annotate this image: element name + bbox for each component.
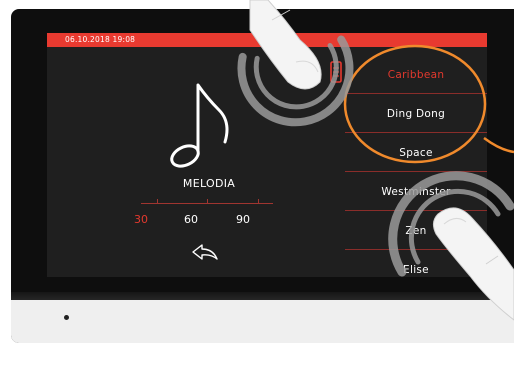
volume-option-30[interactable]: 30 bbox=[126, 213, 156, 226]
melody-item-label: Caribbean bbox=[387, 68, 445, 81]
touch-screen: 06.10.2018 19:08 MELODIA 30 60 90 Caribb… bbox=[47, 33, 487, 277]
back-arrow-icon[interactable] bbox=[191, 243, 221, 263]
melody-list: Caribbean Ding Dong Space Westminster Ze… bbox=[345, 55, 487, 277]
volume-tick bbox=[207, 199, 208, 204]
volume-tick bbox=[157, 199, 158, 204]
melody-item-space[interactable]: Space bbox=[345, 133, 487, 172]
volume-tick bbox=[258, 199, 259, 204]
melody-item-label: Elise bbox=[403, 263, 429, 276]
device-bottom-panel bbox=[11, 300, 514, 343]
melody-item-elise[interactable]: Elise bbox=[345, 250, 487, 277]
melody-item-caribbean[interactable]: Caribbean bbox=[345, 55, 487, 94]
document-icon[interactable] bbox=[330, 61, 342, 83]
sensor-dot bbox=[64, 315, 69, 320]
music-note-icon bbox=[170, 83, 229, 168]
melody-item-label: Space bbox=[399, 146, 433, 159]
status-bar: 06.10.2018 19:08 bbox=[47, 33, 487, 47]
melody-item-label: Westminster bbox=[381, 185, 451, 198]
melody-item-label: Zen bbox=[405, 224, 427, 237]
melody-item-ding-dong[interactable]: Ding Dong bbox=[345, 94, 487, 133]
melody-item-zen[interactable]: Zen bbox=[345, 211, 487, 250]
volume-option-90[interactable]: 90 bbox=[228, 213, 258, 226]
melody-item-label: Ding Dong bbox=[386, 107, 446, 120]
volume-option-60[interactable]: 60 bbox=[176, 213, 206, 226]
status-datetime: 06.10.2018 19:08 bbox=[65, 35, 136, 44]
melody-item-westminster[interactable]: Westminster bbox=[345, 172, 487, 211]
melody-title: MELODIA bbox=[182, 177, 236, 190]
